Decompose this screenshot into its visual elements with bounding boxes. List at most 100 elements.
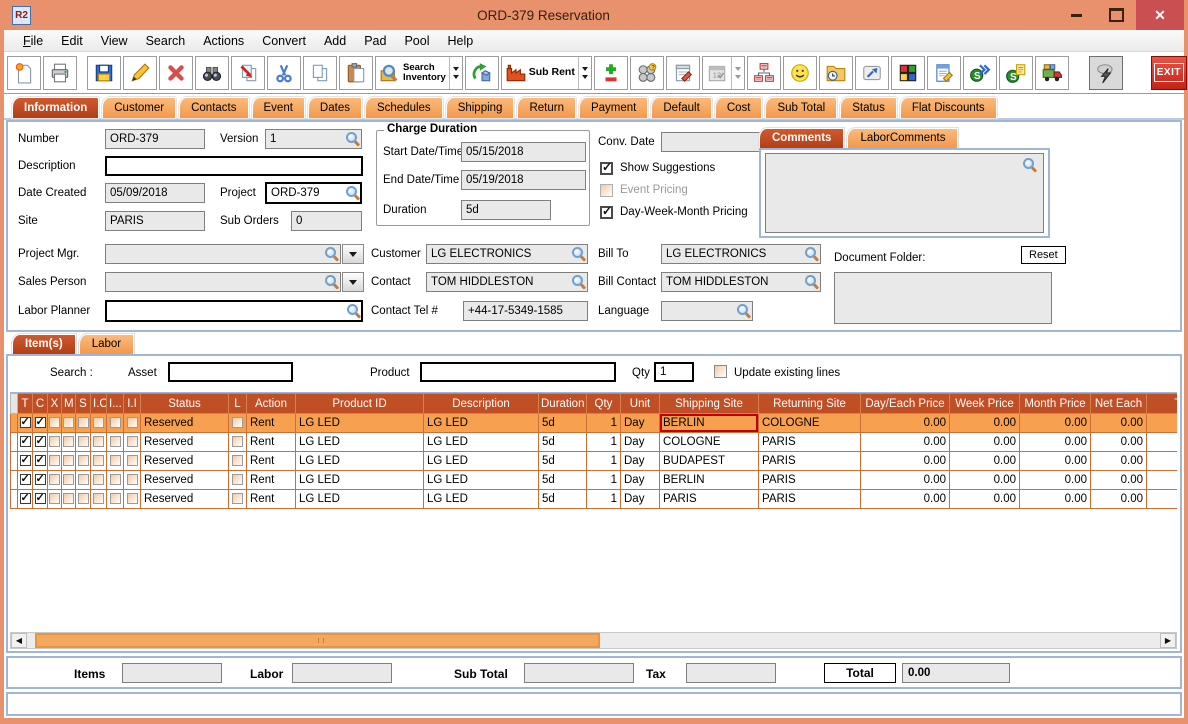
cell-unit[interactable]: Day [620, 489, 660, 509]
cell-status[interactable]: Reserved [140, 413, 229, 433]
checkbox-ic[interactable] [93, 474, 104, 486]
cell-duration[interactable]: 5d [538, 451, 587, 471]
sub-rent-button[interactable]: Sub Rent [500, 55, 592, 90]
table-row[interactable]: Reserved Rent LG LED LG LED 5d 1 Day COL… [10, 432, 1177, 452]
end-date-field[interactable] [461, 170, 586, 190]
menu-convert[interactable]: Convert [253, 32, 315, 50]
labor-planner-lookup-icon[interactable] [347, 304, 360, 317]
checkbox-s[interactable] [77, 417, 89, 429]
customer-field[interactable] [426, 244, 588, 264]
table-row[interactable]: Reserved Rent LG LED LG LED 5d 1 Day BER… [10, 413, 1177, 433]
tab-default[interactable]: Default [650, 96, 713, 119]
cell-returning-site[interactable]: PARIS [758, 432, 861, 452]
cell-qty[interactable]: 1 [586, 451, 621, 471]
checkbox-t[interactable] [19, 472, 31, 486]
col-total[interactable]: Total [1146, 393, 1177, 414]
checkbox-s[interactable] [77, 474, 89, 486]
checkbox-l[interactable] [232, 474, 243, 486]
cell-product-id[interactable]: LG LED [295, 432, 424, 452]
menu-add[interactable]: Add [315, 32, 355, 50]
menu-pad[interactable]: Pad [355, 32, 395, 50]
cell-description[interactable]: LG LED [423, 413, 539, 433]
bill-to-lookup-icon[interactable] [805, 247, 818, 260]
col-returning-site[interactable]: Returning Site [758, 393, 861, 414]
col-action[interactable]: Action [246, 393, 296, 414]
shortcut-key-icon[interactable] [854, 55, 889, 90]
cell-product-id[interactable]: LG LED [295, 489, 424, 509]
cell-description[interactable]: LG LED [423, 489, 539, 509]
col-t[interactable]: T [17, 393, 33, 414]
document-edit-icon[interactable] [926, 55, 961, 90]
cell-day-each-price[interactable]: 0.00 [860, 489, 950, 509]
cell-day-each-price[interactable]: 0.00 [860, 413, 950, 433]
cell-week-price[interactable]: 0.00 [949, 413, 1020, 433]
minimize-icon[interactable] [1056, 0, 1096, 30]
tab-cost[interactable]: Cost [713, 96, 764, 119]
cell-total[interactable] [1146, 413, 1177, 433]
cell-status[interactable]: Reserved [140, 451, 229, 471]
cell-returning-site[interactable]: PARIS [758, 451, 861, 471]
sub-orders-field[interactable] [291, 211, 362, 231]
cell-status[interactable]: Reserved [140, 489, 229, 509]
col-m[interactable]: M [61, 393, 76, 414]
checkbox-c[interactable] [34, 415, 46, 429]
col-ic[interactable]: I.C [90, 393, 107, 414]
cell-duration[interactable]: 5d [538, 489, 587, 509]
print-icon[interactable] [43, 55, 77, 90]
delete-icon[interactable] [159, 55, 193, 90]
cell-description[interactable]: LG LED [423, 470, 539, 490]
cell-shipping-site[interactable]: BERLIN [659, 470, 759, 490]
sales-person-field[interactable] [105, 272, 341, 292]
cell-month-price[interactable]: 0.00 [1019, 451, 1091, 471]
cell-unit[interactable]: Day [620, 432, 660, 452]
tax-field[interactable] [686, 663, 776, 683]
cell-returning-site[interactable]: PARIS [758, 470, 861, 490]
qty-input[interactable] [654, 362, 694, 382]
col-week-price[interactable]: Week Price [949, 393, 1020, 414]
items-total-field[interactable] [122, 663, 222, 683]
tab-schedules[interactable]: Schedules [363, 96, 444, 119]
checkbox-x[interactable] [49, 474, 60, 486]
project-mgr-field[interactable] [105, 244, 341, 264]
language-lookup-icon[interactable] [737, 304, 750, 317]
labor-planner-field[interactable] [105, 300, 363, 322]
checkbox-l[interactable] [232, 493, 243, 505]
search-inventory-button[interactable]: Search Inventory [375, 55, 463, 90]
number-field[interactable] [105, 129, 205, 149]
cell-week-price[interactable]: 0.00 [949, 432, 1020, 452]
menu-actions[interactable]: Actions [194, 32, 253, 50]
checkbox-ii[interactable] [126, 455, 138, 467]
cell-week-price[interactable]: 0.00 [949, 451, 1020, 471]
cell-net-each[interactable]: 0.00 [1090, 432, 1147, 452]
new-document-icon[interactable] [7, 55, 41, 90]
customer-lookup-icon[interactable] [572, 247, 585, 260]
cell-week-price[interactable]: 0.00 [949, 470, 1020, 490]
col-duration[interactable]: Duration [538, 393, 587, 414]
sub-rent-dropdown-icon[interactable] [577, 56, 588, 89]
checkbox-ii[interactable] [126, 493, 138, 505]
table-row[interactable]: Reserved Rent LG LED LG LED 5d 1 Day PAR… [10, 489, 1177, 509]
smiley-icon[interactable] [782, 55, 817, 90]
edit-pencil-icon[interactable] [123, 55, 157, 90]
col-ii[interactable]: I.I [123, 393, 141, 414]
scrollbar-thumb[interactable] [35, 633, 600, 648]
app-icon[interactable]: R2 [12, 5, 31, 25]
find-binoculars-icon[interactable] [195, 55, 229, 90]
tab-customer[interactable]: Customer [101, 96, 178, 119]
menu-edit[interactable]: Edit [52, 32, 92, 50]
project-lookup-icon[interactable] [346, 186, 359, 199]
day-week-month-checkbox[interactable] [600, 204, 613, 219]
bill-to-field[interactable] [661, 244, 821, 264]
checkbox-c[interactable] [34, 472, 46, 486]
reset-button[interactable]: Reset [1021, 246, 1066, 264]
show-suggestions-checkbox[interactable] [600, 160, 613, 175]
tab-labor-comments[interactable]: LaborComments [846, 127, 960, 149]
contact-lookup-icon[interactable] [572, 275, 585, 288]
col-s[interactable]: S [75, 393, 91, 414]
col-month-price[interactable]: Month Price [1019, 393, 1091, 414]
cell-action[interactable]: Rent [246, 470, 296, 490]
cell-total[interactable] [1146, 432, 1177, 452]
checkbox-l[interactable] [232, 417, 243, 429]
cell-qty[interactable]: 1 [586, 489, 621, 509]
checkbox-ii[interactable] [126, 417, 138, 429]
